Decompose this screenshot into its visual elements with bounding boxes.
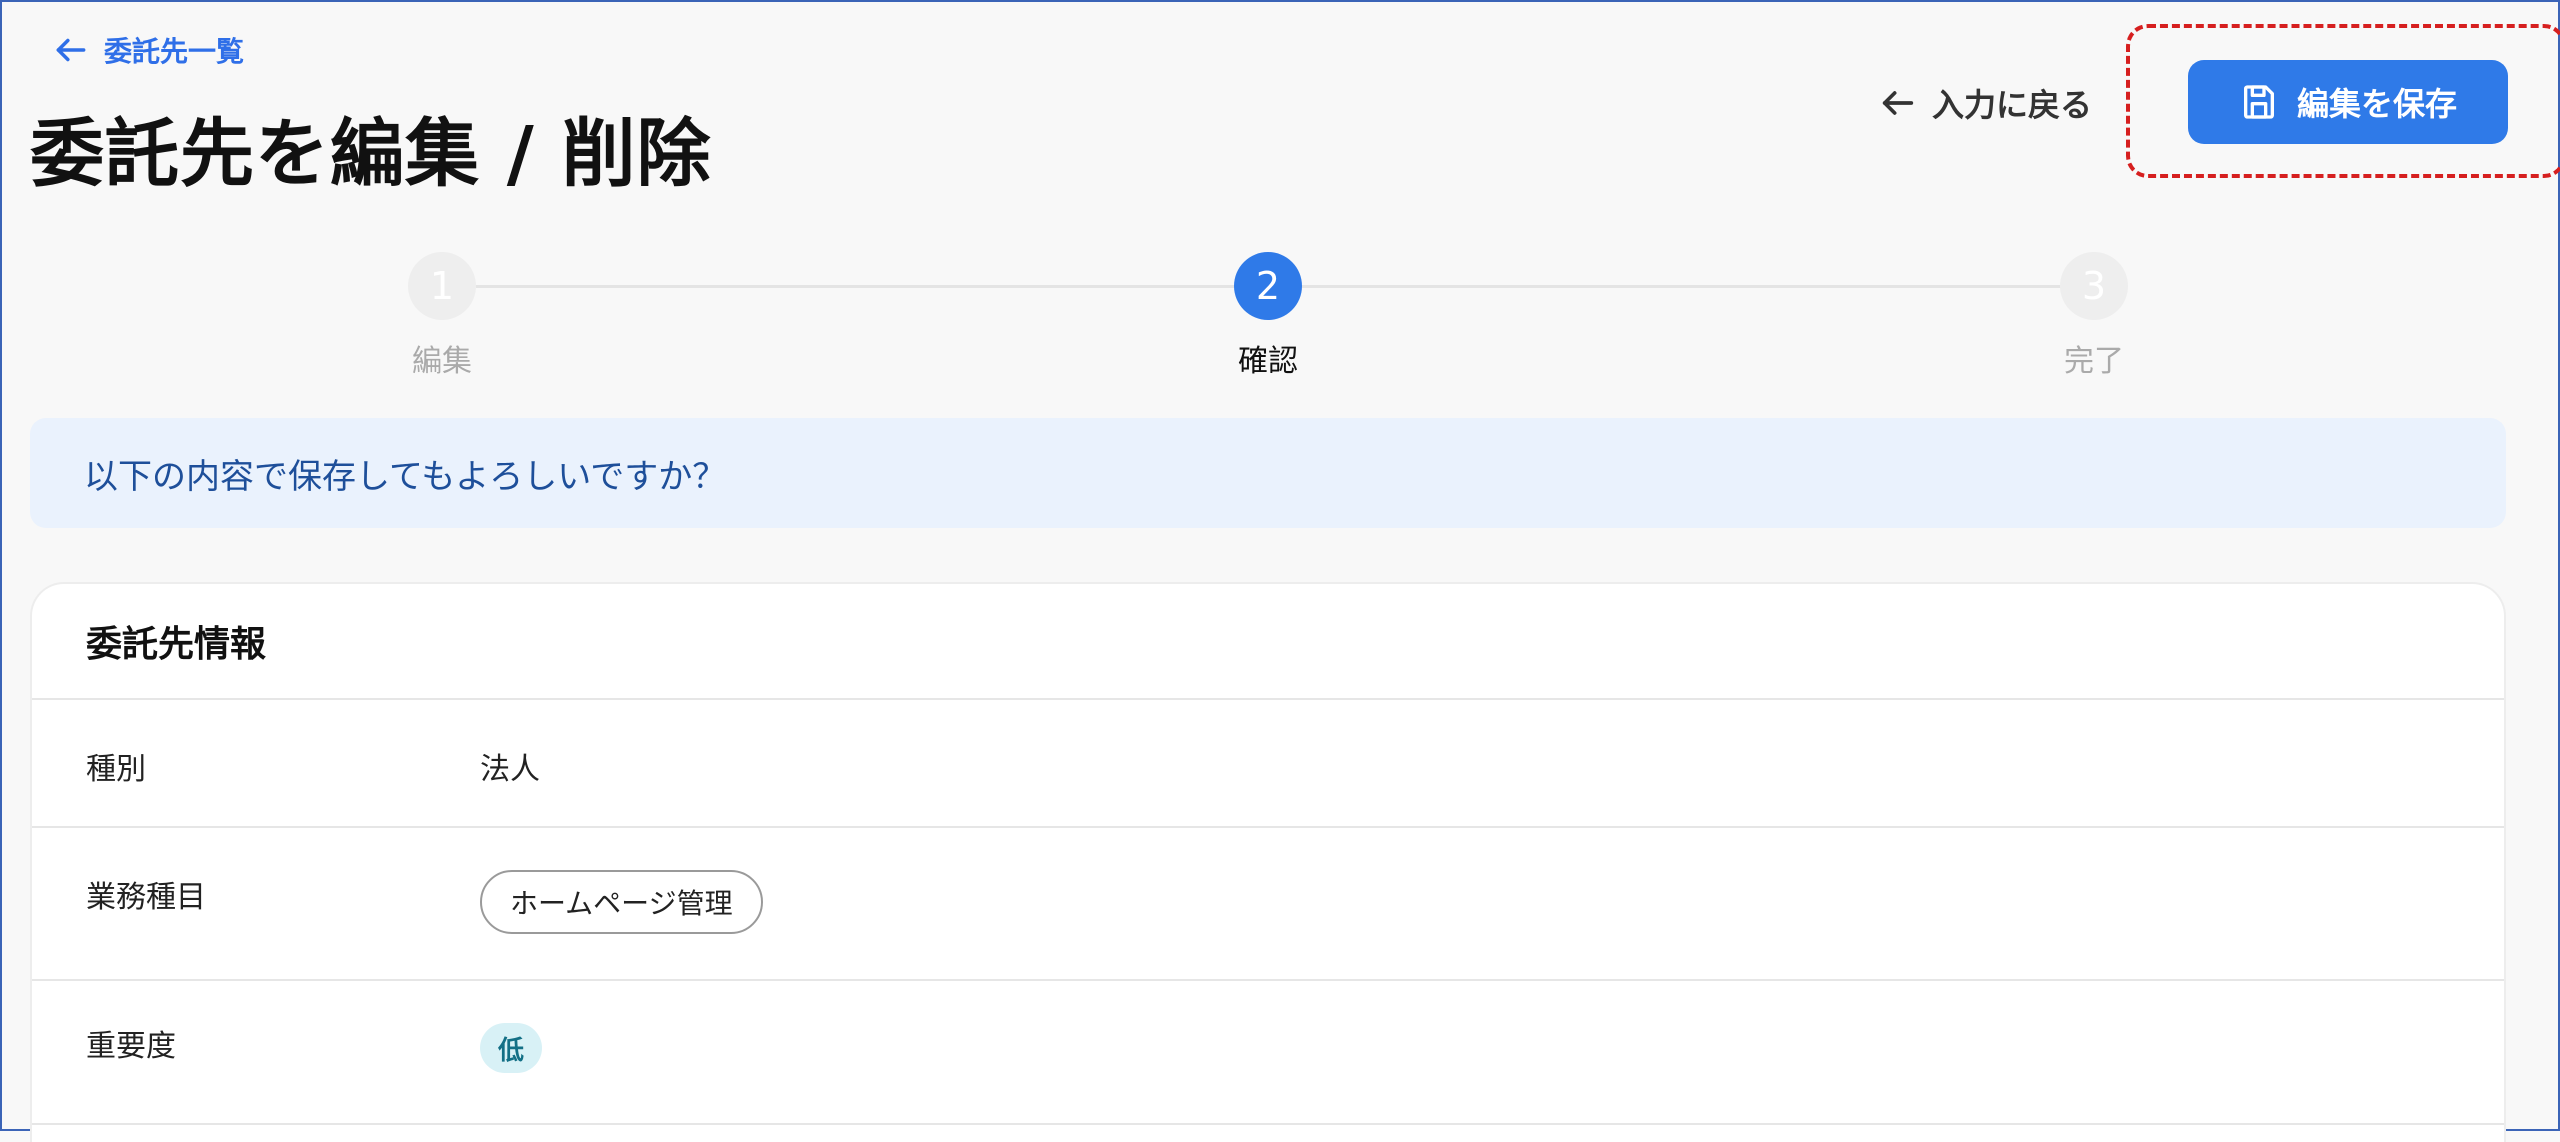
save-edit-label: 編集を保存 (2296, 85, 2457, 123)
page-title: 委託先を編集 / 削除 (30, 111, 712, 197)
back-to-input-label: 入力に戻る (1932, 86, 2093, 124)
floppy-disk-icon (2243, 85, 2274, 119)
info-label: 重要度 (86, 1029, 176, 1064)
back-to-list-label: 委託先一覧 (104, 35, 245, 68)
step-number: 2 (1234, 252, 1302, 320)
importance-badge: 低 (480, 1023, 542, 1073)
info-label: 種別 (86, 752, 146, 787)
step-label: 編集 (412, 344, 472, 379)
step-label: 確認 (1238, 344, 1298, 379)
app-window: 委託先一覧 委託先を編集 / 削除 入力に戻る 編集を保存 1 編集 2 確認 (0, 0, 2560, 1142)
category-tag: ホームページ管理 (480, 870, 763, 934)
info-value: 法人 (480, 752, 540, 787)
step-connector (476, 285, 1266, 288)
card-title: 委託先情報 (32, 584, 2504, 700)
info-row-type: 種別 法人 (32, 700, 2504, 828)
step-number: 1 (408, 252, 476, 320)
step-edit: 1 編集 (342, 252, 542, 380)
step-complete: 3 完了 (1994, 252, 2194, 380)
save-edit-button[interactable]: 編集を保存 (2188, 60, 2508, 144)
step-number: 3 (2060, 252, 2128, 320)
info-label: 業務種目 (86, 880, 206, 915)
back-to-list-link[interactable]: 委託先一覧 (52, 30, 244, 70)
step-confirm: 2 確認 (1168, 252, 1368, 380)
step-label: 完了 (2064, 344, 2124, 379)
confirm-message-banner: 以下の内容で保存してもよろしいですか？ (30, 418, 2506, 528)
step-connector (1302, 285, 2094, 288)
arrow-left-icon (56, 38, 86, 62)
info-row-importance: 重要度 低 (32, 981, 2504, 1125)
contractor-info-card: 委託先情報 種別 法人 業務種目 ホームページ管理 重要度 低 (30, 582, 2506, 1142)
arrow-left-icon (1882, 91, 1914, 115)
info-row-business-category: 業務種目 ホームページ管理 (32, 828, 2504, 981)
back-to-input-button[interactable]: 入力に戻る (1878, 80, 2092, 126)
progress-stepper: 1 編集 2 確認 3 完了 (2, 252, 2560, 392)
